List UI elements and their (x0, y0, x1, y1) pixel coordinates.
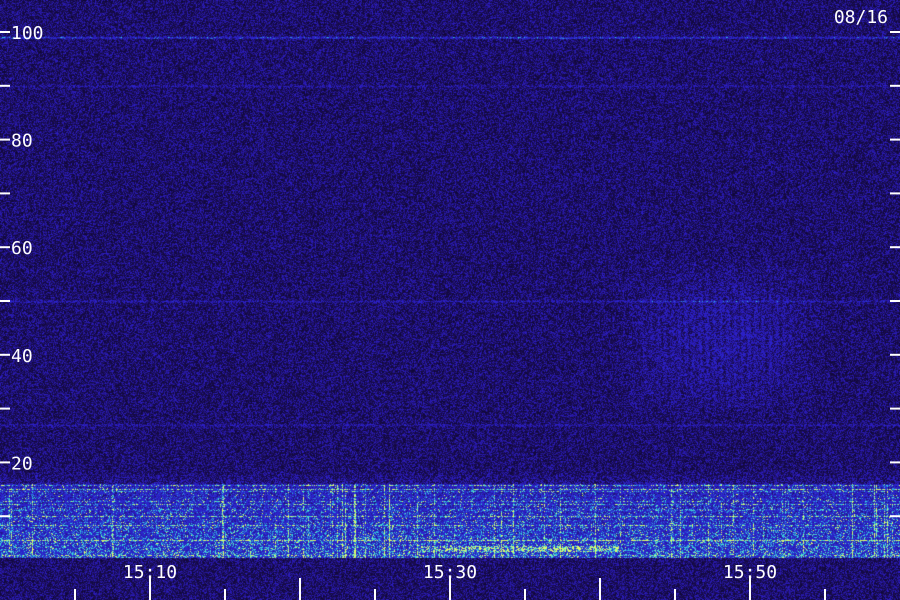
x-tick-label-1530: 15:30 (423, 562, 477, 583)
spectrogram: 20 40 60 80 100 15:10 15:30 15:50 08/16 (0, 0, 900, 600)
x-tick-label-1510: 15:10 (123, 562, 177, 583)
date-label: 08/16 (834, 7, 888, 28)
spectrogram-intensity-image (0, 0, 900, 600)
y-tick-label-100: 100 (11, 23, 44, 44)
y-tick-label-20: 20 (11, 453, 33, 474)
y-tick-label-80: 80 (11, 131, 33, 152)
spectrogram-plot-area (0, 0, 900, 600)
y-tick-label-40: 40 (11, 346, 33, 367)
x-tick-label-1550: 15:50 (723, 562, 777, 583)
y-tick-label-60: 60 (11, 238, 33, 259)
